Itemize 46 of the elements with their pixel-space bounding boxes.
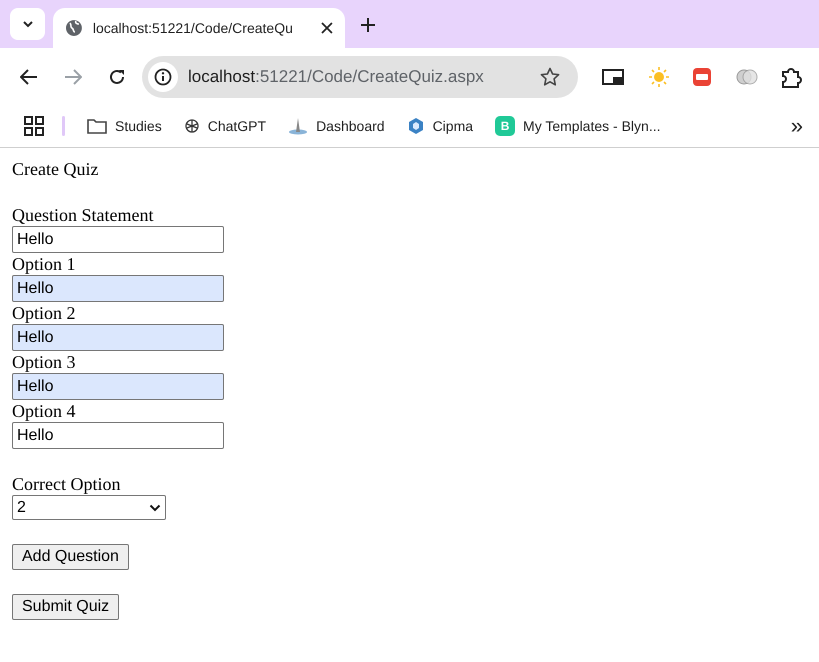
input-field[interactable]: Hello <box>12 373 224 400</box>
folder-icon <box>87 118 107 134</box>
puzzle-icon[interactable] <box>780 66 802 88</box>
bookmark-item[interactable]: B My Templates - Blyn... <box>495 116 660 136</box>
star-icon[interactable] <box>540 66 560 86</box>
input-field[interactable]: Hello <box>12 324 224 351</box>
input-field[interactable]: Hello <box>12 275 224 302</box>
circles-icon[interactable] <box>736 66 758 86</box>
url-path: :51221/Code/CreateQuiz.aspx <box>255 66 484 86</box>
address-bar[interactable]: localhost:51221/Code/CreateQuiz.aspx <box>142 56 578 98</box>
reload-icon[interactable] <box>108 68 126 86</box>
chevron-icon <box>149 504 161 512</box>
extension-icon[interactable] <box>692 66 712 86</box>
browser-tab[interactable]: localhost:51221/Code/CreateQu <box>53 8 345 48</box>
letter-badge: B <box>495 116 516 136</box>
cube-icon <box>406 117 425 135</box>
spike-icon <box>288 117 308 135</box>
forward-icon[interactable] <box>64 68 82 84</box>
field-label: Option 1 <box>12 253 76 275</box>
bookmark-item[interactable]: ChatGPT <box>184 116 266 136</box>
page-heading: Create Quiz <box>12 158 98 180</box>
input-field[interactable]: Hello <box>12 422 224 449</box>
bookmark-item[interactable]: Studies <box>87 116 162 136</box>
form-button[interactable]: Add Question <box>12 544 129 570</box>
info-icon[interactable] <box>154 68 172 86</box>
caret-icon <box>22 20 34 28</box>
input-field[interactable]: Hello <box>12 226 224 253</box>
picture-in-picture-icon[interactable] <box>602 68 624 84</box>
field-label: Option 2 <box>12 302 76 324</box>
back-icon[interactable] <box>20 68 38 84</box>
bookmark-item[interactable]: Dashboard <box>288 116 385 136</box>
bookmark-item[interactable]: Cipma <box>406 116 474 136</box>
url-host: localhost <box>188 66 256 86</box>
more-bookmarks-button[interactable]: » <box>790 115 803 137</box>
globe-icon <box>65 19 83 37</box>
tab-title: localhost:51221/Code/CreateQu <box>92 18 294 38</box>
knot-icon <box>184 118 200 134</box>
field-label: Option 4 <box>12 400 76 422</box>
field-label: Question Statement <box>12 204 154 226</box>
correct-option-select[interactable]: 2 <box>12 495 166 520</box>
close-icon[interactable] <box>321 22 333 34</box>
field-label: Correct Option <box>12 473 120 495</box>
apps-grid-icon[interactable] <box>24 116 44 136</box>
form-button[interactable]: Submit Quiz <box>12 594 120 620</box>
field-label: Option 3 <box>12 351 76 373</box>
new-tab-icon[interactable] <box>361 18 375 32</box>
